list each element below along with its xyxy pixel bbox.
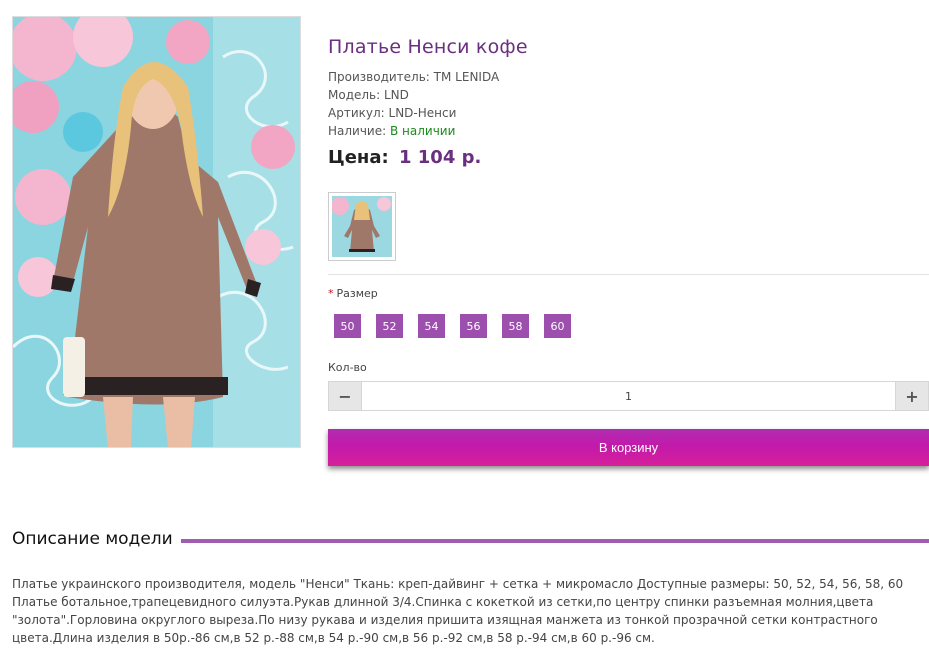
spec-availability: Наличие: В наличии — [328, 122, 499, 140]
description-text: Платье украинского производителя, модель… — [12, 577, 904, 645]
quantity-input[interactable] — [361, 382, 896, 410]
product-thumbnail[interactable] — [328, 192, 396, 261]
thumbnail-image — [331, 196, 392, 257]
quantity-stepper: − + — [328, 381, 929, 411]
section-divider — [328, 274, 929, 275]
size-option-60[interactable]: 60 — [544, 314, 571, 338]
spec-value: TM LENIDA — [433, 70, 500, 84]
size-option-50[interactable]: 50 — [334, 314, 361, 338]
quantity-label: Кол-во — [328, 361, 367, 374]
quantity-increase-button[interactable]: + — [896, 382, 928, 410]
description-heading: Описание модели — [12, 529, 181, 549]
size-option-52[interactable]: 52 — [376, 314, 403, 338]
price-row: Цена: 1 104 р. — [328, 147, 481, 168]
size-option-54[interactable]: 54 — [418, 314, 445, 338]
size-label: * Размер — [328, 287, 378, 300]
product-specs: Производитель: TM LENIDA Модель: LND Арт… — [328, 68, 499, 140]
spec-label: Артикул: — [328, 106, 385, 120]
size-options: 50 52 54 56 58 60 — [334, 314, 586, 338]
availability-status: В наличии — [390, 124, 456, 138]
add-to-cart-button[interactable]: В корзину — [328, 429, 929, 466]
availability-label: Наличие: — [328, 124, 387, 138]
spec-model: Модель: LND — [328, 86, 499, 104]
spec-sku: Артикул: LND-Ненси — [328, 104, 499, 122]
product-photo-illustration — [13, 17, 300, 447]
plus-icon: + — [905, 386, 919, 406]
size-label-text: Размер — [336, 287, 378, 300]
size-option-58[interactable]: 58 — [502, 314, 529, 338]
quantity-decrease-button[interactable]: − — [329, 382, 361, 410]
spec-manufacturer: Производитель: TM LENIDA — [328, 68, 499, 86]
size-option-56[interactable]: 56 — [460, 314, 487, 338]
price-value: 1 104 р. — [398, 147, 482, 168]
required-mark: * — [328, 287, 334, 300]
spec-value: LND-Ненси — [388, 106, 457, 120]
minus-icon: − — [338, 386, 352, 406]
spec-label: Производитель: — [328, 70, 430, 84]
spec-value: LND — [384, 88, 409, 102]
product-title: Платье Ненси кофе — [328, 36, 528, 58]
price-label: Цена: — [328, 147, 389, 168]
spec-label: Модель: — [328, 88, 381, 102]
description-heading-rule — [178, 539, 929, 543]
product-main-image[interactable] — [12, 16, 301, 448]
